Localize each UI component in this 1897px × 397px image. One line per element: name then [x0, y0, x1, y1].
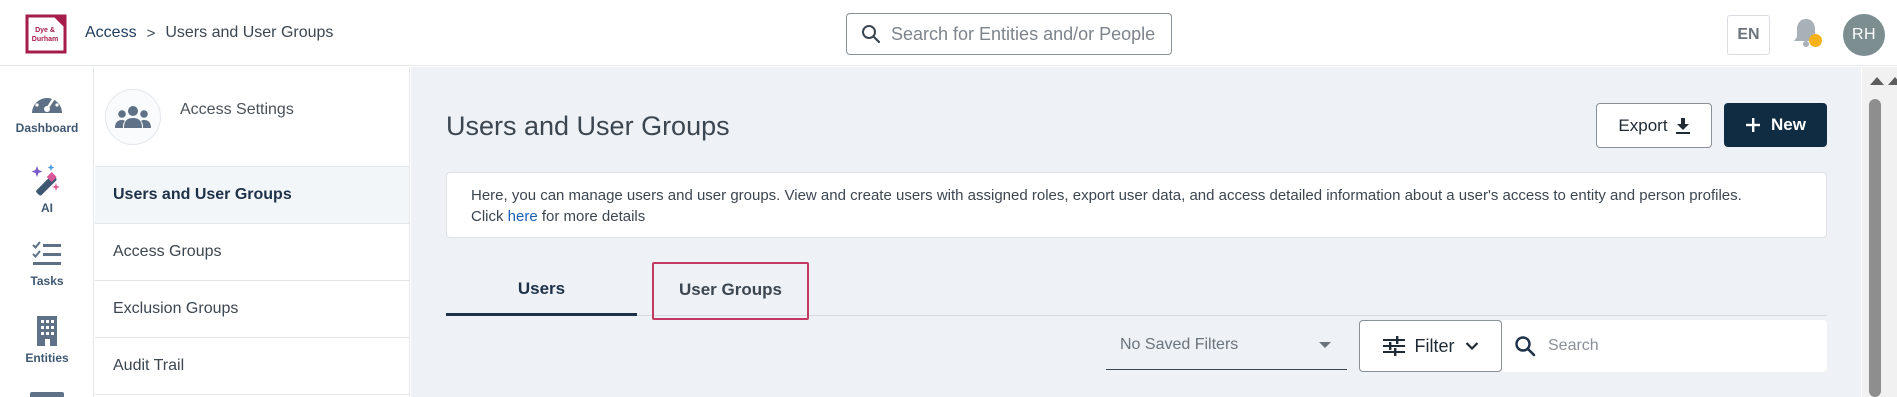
export-button-label: Export	[1618, 115, 1668, 135]
info-here-link[interactable]: here	[508, 208, 538, 225]
menu-item-exclusion-groups[interactable]: Exclusion Groups	[95, 281, 409, 338]
info-suffix-text: for more details	[541, 208, 646, 225]
rail-label-entities: Entities	[25, 351, 69, 365]
rail-item-dashboard[interactable]: Dashboard	[0, 87, 94, 135]
top-bar: Dye & Durham Access > Users and User Gro…	[0, 0, 1897, 66]
panel-header: Access Settings	[95, 67, 409, 167]
main-content: Users and User Groups Export New Here, y…	[411, 67, 1861, 397]
chevron-down-icon	[1465, 342, 1478, 351]
menu-item-access-groups[interactable]: Access Groups	[95, 224, 409, 281]
rail-label-ai: AI	[41, 201, 53, 215]
svg-text:Dye &: Dye &	[35, 27, 55, 34]
dye-durham-logo[interactable]: Dye & Durham	[25, 14, 67, 54]
nav-rail: Dashboard AI Tasks Entities	[0, 67, 94, 397]
users-search-input[interactable]	[1548, 337, 1808, 355]
magic-wand-icon	[31, 164, 60, 196]
rail-label-dashboard: Dashboard	[15, 121, 79, 135]
checklist-icon	[32, 241, 61, 265]
breadcrumb-current: Users and User Groups	[165, 24, 334, 41]
saved-filters-select[interactable]: No Saved Filters	[1106, 320, 1347, 370]
menu-item-users-and-user-groups[interactable]: Users and User Groups	[95, 167, 409, 224]
plus-icon	[1746, 118, 1761, 132]
svg-text:Durham: Durham	[32, 36, 58, 43]
rail-label-tasks: Tasks	[30, 274, 64, 288]
rail-item-entities[interactable]: Entities	[0, 315, 94, 365]
panel-title: Access Settings	[180, 100, 294, 118]
page-scrollbar[interactable]	[1862, 67, 1897, 397]
menu-item-audit-trail[interactable]: Audit Trail	[95, 338, 409, 395]
breadcrumb: Access > Users and User Groups	[85, 24, 333, 42]
access-settings-panel: Access Settings Users and User Groups Ac…	[95, 67, 410, 397]
tab-user-groups[interactable]: User Groups	[653, 264, 808, 316]
people-group-icon	[105, 88, 161, 145]
new-button-label: New	[1771, 115, 1806, 134]
scroll-up-arrow-icon[interactable]	[1870, 77, 1884, 85]
search-icon	[1515, 336, 1536, 357]
scroll-up-arrow-secondary-icon[interactable]	[1888, 77, 1897, 85]
search-icon	[862, 25, 881, 44]
global-search-input[interactable]	[891, 23, 1161, 45]
sliders-icon	[1382, 336, 1405, 356]
user-avatar[interactable]: RH	[1843, 14, 1885, 56]
saved-filters-value: No Saved Filters	[1120, 335, 1239, 353]
users-search[interactable]	[1502, 320, 1827, 372]
page-title: Users and User Groups	[446, 111, 730, 141]
building-icon	[37, 316, 57, 346]
new-button[interactable]: New	[1724, 103, 1827, 147]
speedometer-icon	[32, 93, 62, 113]
filter-button-label: Filter	[1414, 335, 1455, 356]
filter-button[interactable]: Filter	[1359, 320, 1502, 372]
global-search[interactable]	[846, 13, 1172, 55]
rail-item-partial-icon	[30, 392, 64, 397]
rail-item-tasks[interactable]: Tasks	[0, 240, 94, 288]
dropdown-caret-icon	[1319, 342, 1331, 348]
notification-badge	[1809, 34, 1822, 47]
tab-bar: Users User Groups	[446, 264, 1827, 316]
download-icon	[1675, 117, 1690, 134]
export-button[interactable]: Export	[1596, 103, 1712, 148]
tab-users[interactable]: Users	[446, 264, 637, 316]
info-text: Here, you can manage users and user grou…	[471, 187, 1742, 204]
info-click-text: Click	[471, 208, 504, 225]
breadcrumb-separator: >	[146, 24, 156, 42]
info-banner: Here, you can manage users and user grou…	[446, 172, 1827, 238]
info-line-2: Click here for more details	[471, 206, 1802, 227]
language-selector[interactable]: EN	[1727, 15, 1770, 55]
breadcrumb-access-link[interactable]: Access	[85, 24, 137, 42]
scrollbar-thumb[interactable]	[1869, 99, 1881, 397]
rail-item-ai[interactable]: AI	[0, 163, 94, 215]
